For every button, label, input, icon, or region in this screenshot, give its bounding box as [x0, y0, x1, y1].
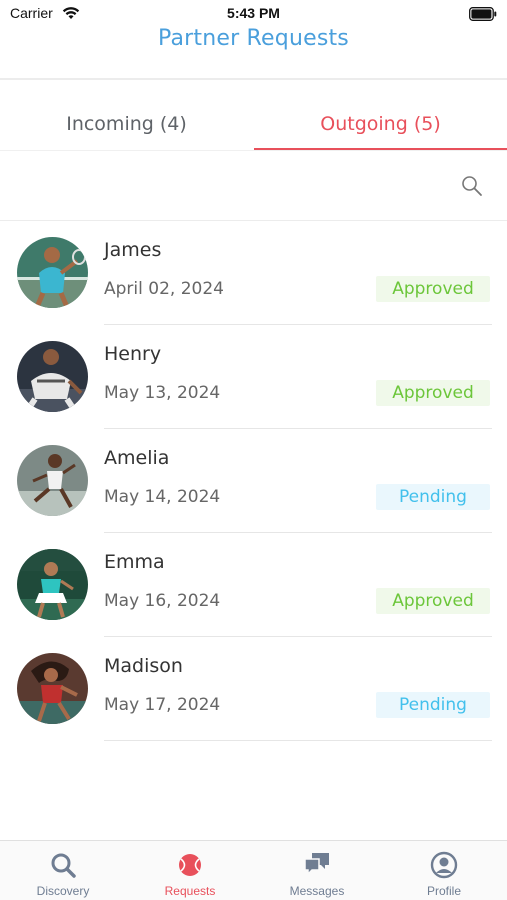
row-divider [104, 740, 492, 741]
chat-bubbles-icon [303, 851, 331, 879]
tabbar-requests[interactable]: Requests [127, 841, 253, 900]
request-date: May 17, 2024 [104, 695, 221, 715]
search-icon[interactable] [461, 175, 483, 201]
status-bar: Carrier 5:43 PM [0, 0, 507, 28]
tabbar-messages[interactable]: Messages [254, 841, 380, 900]
request-item-amelia[interactable]: Amelia May 14, 2024 Pending [0, 429, 507, 533]
avatar [17, 653, 88, 724]
request-item-madison[interactable]: Madison May 17, 2024 Pending [0, 637, 507, 741]
tabbar-label: Discovery [36, 884, 90, 898]
partner-name: Emma [104, 551, 165, 573]
search-row [0, 151, 507, 221]
status-badge: Pending [376, 484, 490, 510]
partner-name: Henry [104, 343, 162, 365]
tabbar-profile[interactable]: Profile [381, 841, 507, 900]
avatar [17, 549, 88, 620]
request-date: April 02, 2024 [104, 279, 224, 299]
tab-outgoing[interactable]: Outgoing (5) [254, 96, 507, 152]
partner-name: Madison [104, 655, 183, 677]
tennis-ball-icon [176, 851, 204, 879]
header-divider [0, 78, 507, 80]
request-tabs: Incoming (4) Outgoing (5) [0, 96, 507, 152]
status-badge: Approved [376, 276, 490, 302]
tabbar-label: Requests [164, 884, 216, 898]
avatar [17, 237, 88, 308]
request-item-emma[interactable]: Emma May 16, 2024 Approved [0, 533, 507, 637]
user-circle-icon [430, 851, 458, 879]
status-badge: Approved [376, 588, 490, 614]
partner-name: Amelia [104, 447, 170, 469]
tabbar-label: Messages [289, 884, 345, 898]
search-icon [49, 851, 77, 879]
tabbar-discovery[interactable]: Discovery [0, 841, 126, 900]
request-date: May 14, 2024 [104, 487, 221, 507]
page-title: Partner Requests [158, 26, 349, 51]
request-item-henry[interactable]: Henry May 13, 2024 Approved [0, 325, 507, 429]
request-date: May 13, 2024 [104, 383, 221, 403]
request-item-james[interactable]: James April 02, 2024 Approved [0, 221, 507, 325]
partner-name: James [104, 239, 162, 261]
tab-incoming[interactable]: Incoming (4) [0, 96, 253, 152]
tabbar-label: Profile [426, 884, 461, 898]
status-badge: Approved [376, 380, 490, 406]
request-date: May 16, 2024 [104, 591, 221, 611]
bottom-tab-bar: Discovery Requests Messages Profile [0, 840, 507, 900]
request-list: James April 02, 2024 Approved Henry May … [0, 221, 507, 741]
battery-icon [469, 6, 497, 25]
avatar [17, 445, 88, 516]
clock: 5:43 PM [227, 5, 280, 21]
status-badge: Pending [376, 692, 490, 718]
avatar [17, 341, 88, 412]
